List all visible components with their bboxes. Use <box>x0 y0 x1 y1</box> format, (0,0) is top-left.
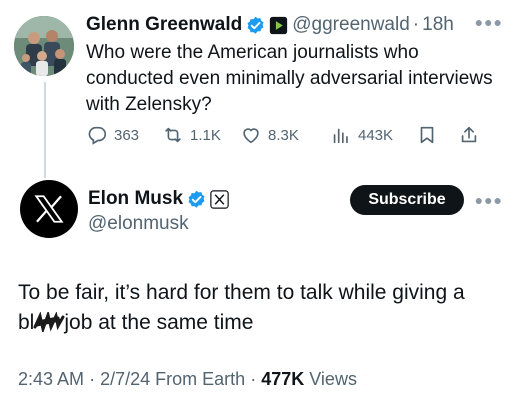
author-handle[interactable]: @ggreenwald <box>292 14 410 36</box>
tweet-text-suffix: job at the same time <box>64 311 254 334</box>
main-tweet-header: Elon Musk <box>88 186 229 212</box>
like-button[interactable]: 8.3K <box>240 124 330 146</box>
avatar-glenn-greenwald[interactable] <box>14 16 74 76</box>
main-tweet-text: To be fair, it’s hard for them to talk w… <box>18 278 508 338</box>
avatar-photo <box>14 16 74 76</box>
avatar-elon-musk[interactable] <box>20 180 78 238</box>
separator-dot: · <box>89 369 96 389</box>
separator-dot: · <box>412 14 420 35</box>
redaction-scribble <box>33 312 65 332</box>
more-icon[interactable]: ●●● <box>475 14 503 30</box>
reply-button[interactable]: 363 <box>86 124 156 146</box>
like-icon <box>243 128 259 144</box>
replied-tweet-text: Who were the American journalists who co… <box>86 42 493 115</box>
views-button[interactable]: 443K <box>330 124 416 146</box>
tweet-time[interactable]: 18h <box>422 14 454 36</box>
tweet-text-line1: To be fair, it’s hard for them to talk w… <box>18 281 465 304</box>
like-count: 8.3K <box>268 126 299 144</box>
subscribe-button[interactable]: Subscribe <box>350 185 464 215</box>
views-count[interactable]: 477K <box>261 369 304 389</box>
x-affiliate-badge-icon <box>210 189 229 209</box>
bookmark-icon <box>420 126 434 144</box>
author-name[interactable]: Glenn Greenwald <box>86 14 242 36</box>
separator-dot: · <box>250 369 257 389</box>
reply-count: 363 <box>114 126 140 144</box>
author-name[interactable]: Elon Musk <box>88 188 183 210</box>
verified-badge-icon <box>247 16 264 34</box>
verified-badge-icon <box>188 190 205 208</box>
repost-icon <box>165 127 181 143</box>
tweet-date[interactable]: 2/7/24 <box>100 369 150 389</box>
repost-button[interactable]: 1.1K <box>162 124 240 146</box>
views-count: 443K <box>358 126 394 144</box>
rumble-badge-icon <box>270 16 288 34</box>
views-icon <box>333 128 348 144</box>
share-icon <box>461 126 477 143</box>
x-logo-avatar <box>34 195 64 223</box>
replied-tweet-header: Glenn Greenwald @ggreenwald · 18h <box>86 12 454 38</box>
repost-count: 1.1K <box>190 126 221 144</box>
share-button[interactable] <box>458 124 486 146</box>
thread-connector-line <box>44 82 46 178</box>
tweet-source: From Earth <box>155 369 246 389</box>
tweet-meta: 2:43 AM · 2/7/24 From Earth · 477K Views <box>18 369 357 390</box>
bookmark-button[interactable] <box>416 124 444 146</box>
more-icon[interactable]: ●●● <box>475 192 503 208</box>
replied-tweet-actions: 363 1.1K 8.3K 443K <box>86 123 506 147</box>
views-label: Views <box>309 369 357 389</box>
author-handle[interactable]: @elonmusk <box>88 213 189 235</box>
reply-icon <box>88 126 107 145</box>
tweet-time[interactable]: 2:43 AM <box>18 369 84 389</box>
